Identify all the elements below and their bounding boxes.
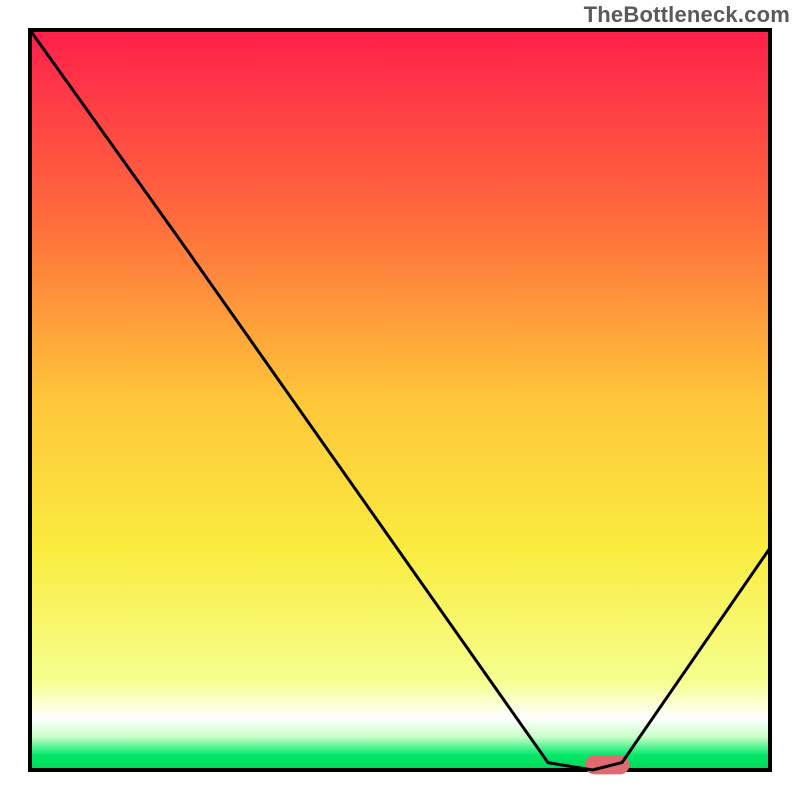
watermark-text: TheBottleneck.com	[584, 2, 790, 28]
plot-background	[30, 30, 770, 770]
bottleneck-chart	[0, 0, 800, 800]
